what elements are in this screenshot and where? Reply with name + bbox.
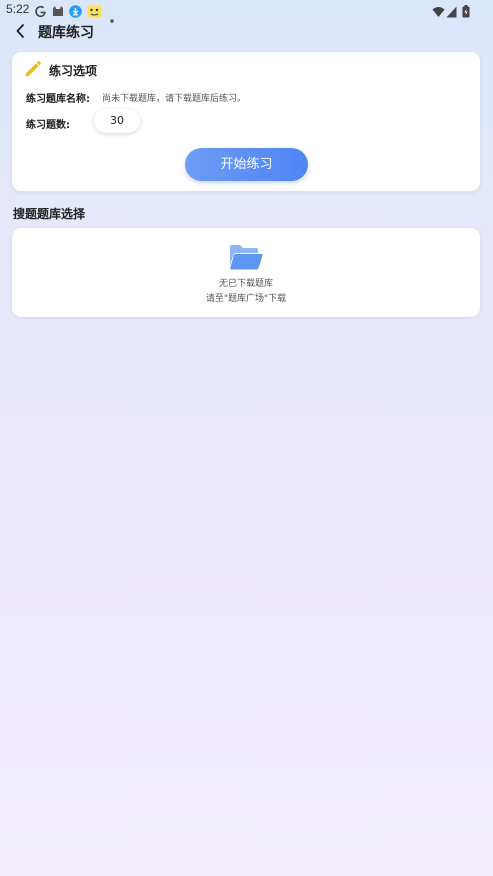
empty-state-hint: 请至"题库广场"下载	[205, 294, 287, 304]
bank-section-title: 搜题题库选择	[13, 207, 86, 221]
status-bar: 5:22	[0, 0, 493, 23]
page-title: 题库练习	[38, 25, 94, 41]
pencil-icon	[24, 60, 42, 78]
card-title: 练习选项	[49, 64, 98, 78]
folder-open-icon	[229, 243, 263, 271]
app-header: 题库练习	[0, 18, 493, 44]
bank-name-value: 尚未下载题库，请下载题库后练习。	[102, 94, 247, 104]
bank-name-label: 练习题库名称:	[26, 94, 90, 105]
status-time: 5:22	[6, 2, 30, 16]
back-button[interactable]	[10, 20, 32, 42]
bank-selection-card: 无已下载题库 请至"题库广场"下载	[12, 228, 480, 317]
practice-options-card: 练习选项 练习题库名称: 尚未下载题库，请下载题库后练习。 练习题数: 30 开…	[12, 52, 480, 191]
start-practice-button[interactable]: 开始练习	[185, 148, 308, 181]
chevron-left-icon	[16, 24, 24, 38]
count-label: 练习题数:	[26, 120, 70, 131]
empty-state-text: 无已下载题库	[218, 279, 273, 289]
question-count-input[interactable]: 30	[94, 109, 140, 133]
